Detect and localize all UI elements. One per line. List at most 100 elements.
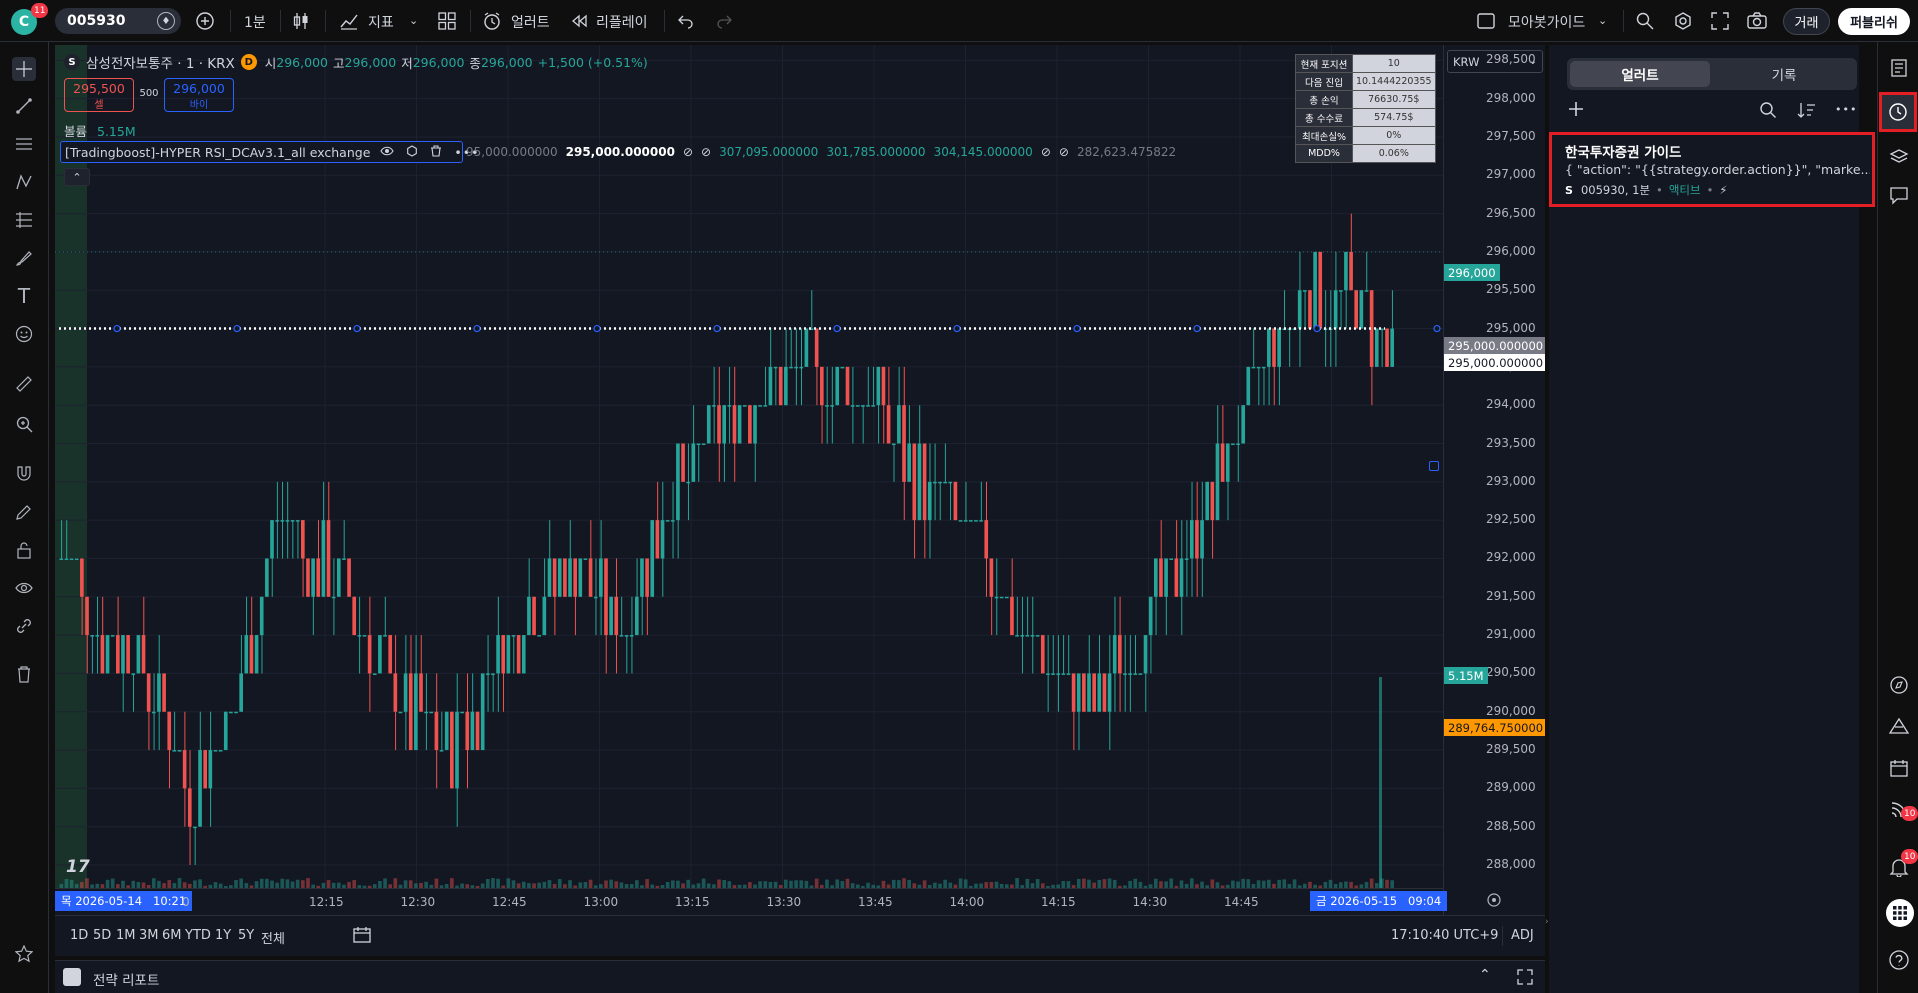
indicators-button[interactable]: 지표 <box>368 12 394 32</box>
symbol-search[interactable]: 005930 ♦ <box>55 8 181 34</box>
candle-body <box>1251 366 1256 369</box>
range-button[interactable]: YTD <box>185 928 211 943</box>
clock-display[interactable]: 17:10:40 UTC+9 <box>1391 928 1498 943</box>
zoom-icon[interactable] <box>12 412 36 436</box>
volume-legend[interactable]: 볼륨 5.15M <box>64 121 136 140</box>
compass-icon[interactable] <box>1886 672 1912 698</box>
dot-separator: • <box>1706 183 1714 197</box>
publish-button[interactable]: 퍼블리쉬 <box>1838 8 1910 35</box>
price-tick-label: 295,500 <box>1486 282 1536 297</box>
brush-icon[interactable] <box>12 246 36 270</box>
trash-icon[interactable] <box>12 662 36 686</box>
maximize-icon[interactable] <box>1517 969 1533 989</box>
settings-gear-icon[interactable] <box>1672 10 1694 32</box>
camera-icon[interactable] <box>1746 10 1768 32</box>
magnet-icon[interactable] <box>12 462 36 486</box>
link-icon[interactable] <box>12 614 36 638</box>
tab-alerts[interactable]: 얼러트 <box>1570 61 1710 87</box>
drag-handle[interactable] <box>1429 461 1439 471</box>
volume-bar <box>295 879 300 888</box>
top-toolbar: C 11 005930 ♦ 1분 지표 ⌄ 얼러트 리플레이 모아봇가이드 ⌄ <box>0 0 1918 42</box>
layout-name[interactable]: 모아봇가이드 <box>1508 12 1585 32</box>
range-button[interactable]: 1M <box>116 928 136 943</box>
collapse-legend-chevron-icon[interactable]: ⌃ <box>64 168 90 186</box>
horizontal-lines-icon[interactable] <box>12 132 36 156</box>
pattern-icon[interactable] <box>12 170 36 194</box>
chart-canvas[interactable] <box>55 45 1443 915</box>
crosshair-icon[interactable] <box>12 57 36 81</box>
alert-item[interactable]: 한국투자증권 가이드 { "action": "{{strategy.order… <box>1549 132 1875 207</box>
apps-grid-icon[interactable] <box>1886 899 1914 927</box>
trend-line-icon[interactable] <box>12 94 36 118</box>
volume-bar <box>1231 880 1235 888</box>
sell-button[interactable]: 295,500 셀 <box>64 78 134 112</box>
redo-icon[interactable] <box>713 10 735 32</box>
range-button[interactable]: 전체 <box>261 928 285 947</box>
replay-icon[interactable] <box>568 10 590 32</box>
volume-bar <box>614 881 619 888</box>
buy-button[interactable]: 296,000 바이 <box>164 78 234 112</box>
adj-toggle[interactable]: ADJ <box>1511 928 1534 943</box>
range-button[interactable]: 6M <box>162 928 182 943</box>
alert-clock-icon[interactable] <box>481 10 503 32</box>
sort-icon[interactable] <box>1796 101 1816 123</box>
candle-body <box>105 635 110 674</box>
price-chart[interactable] <box>55 45 1443 888</box>
ruler-icon[interactable] <box>12 372 36 396</box>
quick-search-icon[interactable] <box>1634 10 1656 32</box>
indicators-icon[interactable] <box>338 10 360 32</box>
range-button[interactable]: 5Y <box>238 928 254 943</box>
emoji-icon[interactable] <box>12 322 36 346</box>
text-tool-icon[interactable]: T <box>12 284 36 308</box>
symbol-chevron-icon[interactable]: ♦ <box>157 12 175 30</box>
range-button[interactable]: 1Y <box>215 928 231 943</box>
favorite-star-icon[interactable] <box>12 942 36 966</box>
trade-button[interactable]: 거래 <box>1783 8 1830 35</box>
undo-icon[interactable] <box>675 10 697 32</box>
date-range-icon[interactable] <box>352 925 372 949</box>
fib-icon[interactable] <box>12 208 36 232</box>
strategy-icon <box>63 968 81 986</box>
pencil-lock-icon[interactable] <box>12 500 36 524</box>
tab-log[interactable]: 기록 <box>1714 61 1854 87</box>
fullscreen-icon[interactable] <box>1709 10 1731 32</box>
price-tick-label: 297,000 <box>1486 167 1536 182</box>
alert-button[interactable]: 얼러트 <box>511 12 550 32</box>
layers-icon[interactable] <box>1886 145 1912 171</box>
templates-icon[interactable] <box>436 10 458 32</box>
panel-more-icon[interactable]: ••• <box>1835 103 1857 116</box>
range-button[interactable]: 1D <box>70 928 88 943</box>
layout-icon[interactable] <box>1475 10 1497 32</box>
add-symbol-icon[interactable] <box>194 10 216 32</box>
indicator-legend[interactable]: [Tradingboost]-HYPER RSI_DCAv3.1_all exc… <box>60 141 479 163</box>
watchlist-icon[interactable] <box>1886 55 1912 81</box>
search-icon[interactable] <box>1759 101 1777 123</box>
eye-icon[interactable] <box>12 576 36 600</box>
chat-icon[interactable] <box>1886 182 1912 208</box>
mountain-icon[interactable] <box>1886 713 1912 739</box>
add-alert-icon[interactable] <box>1567 100 1585 122</box>
indicator-settings-icon[interactable] <box>406 144 418 160</box>
alerts-clock-icon[interactable] <box>1879 92 1917 132</box>
interval-button[interactable]: 1분 <box>244 12 266 32</box>
candle-type-icon[interactable] <box>290 10 312 32</box>
range-button[interactable]: 5D <box>93 928 111 943</box>
legend-title[interactable]: 삼성전자보통주 · 1 · KRX <box>86 52 235 72</box>
strategy-report-bar[interactable]: 전략 리포트 ⌃ <box>55 960 1545 993</box>
candle-body <box>578 558 583 597</box>
help-icon[interactable] <box>1886 947 1912 973</box>
layout-chevron-icon[interactable]: ⌄ <box>1598 14 1607 27</box>
tv-logo-icon[interactable]: 17 <box>66 857 90 877</box>
strategy-report-label[interactable]: 전략 리포트 <box>93 969 159 989</box>
indicator-delete-icon[interactable] <box>430 144 442 160</box>
axis-settings-icon[interactable] <box>1486 892 1502 912</box>
volume-value: 5.15M <box>97 124 136 139</box>
lock-icon[interactable] <box>12 538 36 562</box>
collapse-up-icon[interactable]: ⌃ <box>1479 967 1491 983</box>
range-button[interactable]: 3M <box>139 928 159 943</box>
indicator-eye-icon[interactable] <box>380 145 395 160</box>
replay-button[interactable]: 리플레이 <box>596 12 648 32</box>
calendar-icon[interactable] <box>1886 755 1912 781</box>
indicators-chevron-icon[interactable]: ⌄ <box>409 14 418 27</box>
price-tick-label: 290,500 <box>1486 665 1536 680</box>
